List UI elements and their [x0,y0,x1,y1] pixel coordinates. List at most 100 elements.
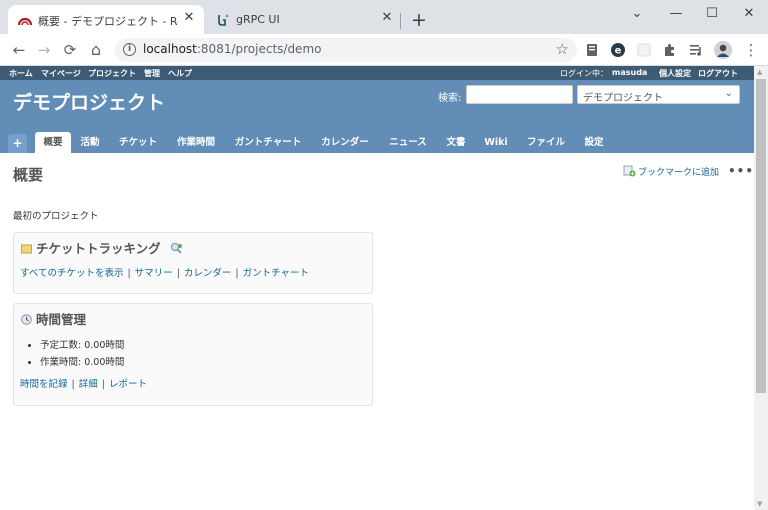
logged-in-label: ログイン中： [560,69,608,78]
tab-calendar[interactable]: カレンダー [314,132,376,153]
scroll-up-arrow-icon[interactable]: ▲ [757,68,762,76]
log-time-link[interactable]: 時間を記録 [20,379,68,390]
issue-tracking-title: チケットトラッキング [21,238,183,257]
tab-title: 概要 - デモプロジェクト - Redmine [38,15,178,28]
all-issues-link[interactable]: すべてのチケットを表示 [20,268,123,279]
tab-documents[interactable]: 文書 [440,132,472,153]
issue-links: すべてのチケットを表示 | サマリー | カレンダー | ガントチャート [20,265,309,279]
top-menu-projects[interactable]: プロジェクト [88,68,136,79]
top-menu-my-page[interactable]: マイページ [41,68,81,79]
site-info-icon[interactable]: i [123,43,136,56]
spent-time-links: 時間を記録 | 詳細 | レポート [20,376,147,390]
logged-in-user-link[interactable]: masuda [612,68,647,77]
reader-extension-icon[interactable] [584,42,600,58]
search-input[interactable] [466,85,573,104]
browser-tabstrip: 概要 - デモプロジェクト - Redmine ✕ gRPC UI ✕ + ⌄ … [0,0,768,34]
profile-avatar[interactable] [714,41,732,59]
top-menu-help[interactable]: ヘルプ [168,68,192,79]
spent-time-heading: 時間管理 [36,312,87,327]
tab-gantt[interactable]: ガントチャート [228,132,308,153]
spent-hours: 作業時間: 0.00時間 [40,354,124,368]
tab-overview[interactable]: 概要 [35,132,71,153]
blank-extension-icon[interactable] [636,42,652,58]
folder-icon [21,244,32,254]
new-tab-button[interactable]: + [409,11,429,31]
scroll-down-arrow-icon[interactable]: ▼ [757,500,762,508]
tab-search-icon[interactable]: ⌄ [627,4,647,24]
url-text[interactable]: localhost:8081/projects/demo [143,42,321,56]
tab-close-icon[interactable]: ✕ [380,11,394,25]
more-actions-icon[interactable]: ••• [728,164,754,178]
tab-issues[interactable]: チケット [111,132,165,153]
browser-toolbar: ← → ⟳ ⌂ i localhost:8081/projects/demo ☆… [0,34,768,66]
tab-time-entries[interactable]: 作業時間 [168,132,224,153]
link-separator: | [235,268,239,279]
main-content: 概要 ブックマークに追加 ••• 最初のプロジェクト チケットトラッキング すべ… [0,153,754,510]
spent-time-title: 時間管理 [21,309,86,328]
redmine-top-menu: ホーム マイページ プロジェクト 管理 ヘルプ ログイン中： masuda 個人… [0,66,754,80]
clock-icon [21,314,32,325]
svg-text:e: e [615,46,622,57]
minimize-button[interactable]: — [666,4,686,24]
link-separator: | [71,379,75,390]
url-path: :8081/projects/demo [196,42,322,56]
chevron-down-icon: ⌄ [724,88,733,99]
vertical-scrollbar[interactable]: ▲ ▼ [754,66,768,510]
top-menu-admin[interactable]: 管理 [144,68,160,79]
browser-tab-grpc[interactable]: gRPC UI ✕ [206,5,402,34]
puzzle-icon[interactable] [662,42,678,58]
bookmark-label: ブックマークに追加 [638,168,720,178]
bookmark-link[interactable]: ブックマークに追加 [623,165,719,178]
tab-close-icon[interactable]: ✕ [182,11,196,25]
my-account-link[interactable]: 個人設定 [659,68,691,79]
page-title: 概要 [13,166,44,184]
top-menu-home[interactable]: ホーム [9,68,33,79]
project-jump-select[interactable]: デモプロジェクト ⌄ [577,85,740,104]
calendar-link[interactable]: カレンダー [184,268,232,279]
summary-link[interactable]: サマリー [135,268,173,279]
close-window-button[interactable]: ✕ [739,4,759,24]
address-bar[interactable]: i localhost:8081/projects/demo ☆ [115,38,577,62]
main-menu: + 概要 活動 チケット 作業時間 ガントチャート カレンダー ニュース 文書 … [0,132,754,153]
details-link[interactable]: 詳細 [79,379,98,390]
redmine-logo-icon [18,17,32,26]
gantt-link[interactable]: ガントチャート [243,268,309,279]
tab-files[interactable]: ファイル [520,132,572,153]
tab-wiki[interactable]: Wiki [478,132,514,153]
bookmark-star-icon[interactable]: ☆ [556,40,569,58]
estimated-hours: 予定工数: 0.00時間 [40,337,124,351]
tab-settings[interactable]: 設定 [578,132,610,153]
scroll-thumb[interactable] [756,79,766,393]
grpc-logo-icon [218,14,229,26]
forward-button[interactable]: → [33,39,55,61]
bookmark-add-icon [623,165,636,177]
e-extension-icon[interactable]: e [610,42,626,58]
home-button[interactable]: ⌂ [85,39,107,61]
spent-time-box: 時間管理 予定工数: 0.00時間 作業時間: 0.00時間 時間を記録|詳細|… [13,303,373,406]
link-separator: | [176,268,180,279]
search-label: 検索: [438,93,462,104]
browser-menu-icon[interactable]: ⋮ [740,39,762,61]
browser-tab-redmine[interactable]: 概要 - デモプロジェクト - Redmine ✕ [8,5,204,34]
project-title: デモプロジェクト [13,92,166,114]
reload-button[interactable]: ⟳ [59,39,81,61]
issue-tracking-box: チケットトラッキング すべてのチケットを表示 | サマリー | カレンダー | ガントチャー… [13,232,373,294]
issue-tracking-heading: チケットトラッキング [36,241,161,256]
tab-separator [400,13,401,29]
project-description: 最初のプロジェクト [13,211,99,222]
back-button[interactable]: ← [8,39,30,61]
maximize-button[interactable]: ☐ [702,4,722,24]
issue-query-icon[interactable] [170,242,183,255]
spent-time-list: 予定工数: 0.00時間 作業時間: 0.00時間 [40,337,124,371]
link-separator: | [127,268,131,279]
report-link[interactable]: レポート [109,379,147,390]
project-jump-value: デモプロジェクト [583,93,663,104]
media-control-icon[interactable] [688,42,704,58]
tab-news[interactable]: ニュース [382,132,434,153]
new-object-button[interactable]: + [8,134,27,153]
url-host: localhost [143,42,197,56]
tab-activity[interactable]: 活動 [73,132,107,153]
tab-title: gRPC UI [236,13,280,26]
logout-link[interactable]: ログアウト [698,68,738,79]
link-separator: | [101,379,105,390]
